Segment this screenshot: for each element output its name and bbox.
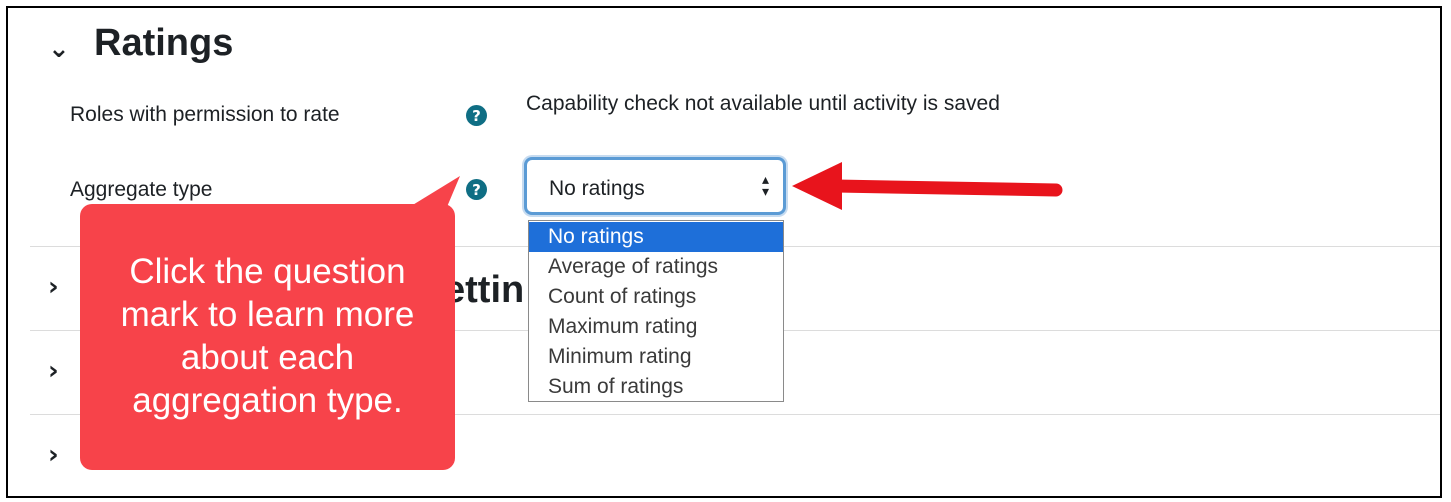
question-circle-icon[interactable]: ? (466, 105, 487, 126)
option-minimum-rating[interactable]: Minimum rating (529, 342, 783, 372)
aggregate-type-options: No ratings Average of ratings Count of r… (528, 220, 784, 402)
option-sum-of-ratings[interactable]: Sum of ratings (529, 372, 783, 402)
chevron-right-icon[interactable]: › (48, 356, 59, 386)
collapsed-section-title[interactable]: ettin (444, 269, 524, 312)
roles-label: Roles with permission to rate (70, 103, 340, 126)
chevron-right-icon[interactable]: › (48, 440, 59, 470)
select-value: No ratings (549, 177, 645, 200)
option-no-ratings[interactable]: No ratings (529, 222, 783, 252)
option-average-of-ratings[interactable]: Average of ratings (529, 252, 783, 282)
aggregate-type-select[interactable]: No ratings ▴ ▾ (524, 157, 786, 215)
question-circle-icon[interactable]: ? (466, 179, 487, 200)
section-title-ratings[interactable]: Ratings (94, 22, 233, 65)
aggregate-label: Aggregate type (70, 178, 213, 201)
callout-text: Click the question mark to learn more ab… (120, 252, 415, 420)
up-down-caret-icon: ▴ ▾ (761, 172, 769, 200)
chevron-right-icon[interactable]: › (48, 272, 59, 302)
option-count-of-ratings[interactable]: Count of ratings (529, 282, 783, 312)
capability-message: Capability check not available until act… (526, 92, 1000, 115)
option-maximum-rating[interactable]: Maximum rating (529, 312, 783, 342)
chevron-down-icon[interactable]: ⌄ (48, 34, 70, 64)
